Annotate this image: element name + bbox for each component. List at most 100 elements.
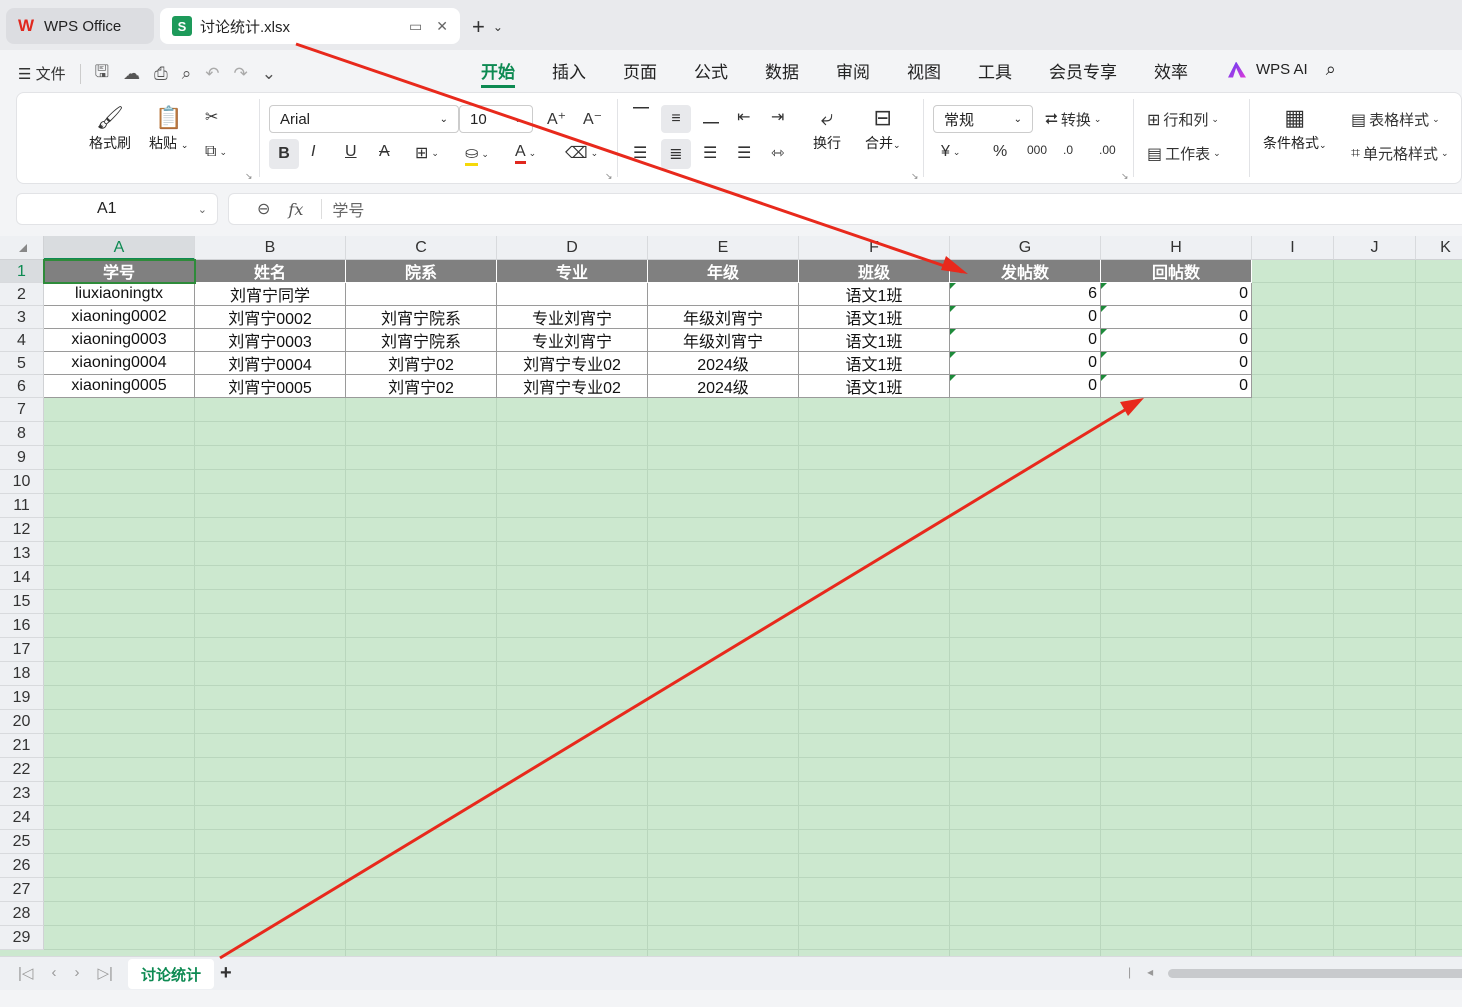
row-header[interactable]: 13 <box>0 542 44 566</box>
outdent-icon[interactable]: ⇤ <box>737 107 750 127</box>
align-center-icon[interactable]: ≣ <box>661 139 691 169</box>
table-cell[interactable]: 刘宵宁院系 <box>346 329 497 352</box>
paste-button[interactable]: 📋 粘贴 ⌄ <box>149 103 188 153</box>
table-cell[interactable]: 专业刘宵宁 <box>497 329 648 352</box>
table-cell[interactable]: 0 <box>950 329 1101 352</box>
next-sheet-icon[interactable]: › <box>74 964 79 982</box>
column-header-col-g[interactable]: G <box>950 236 1101 260</box>
row-header[interactable]: 3 <box>0 306 44 329</box>
header-cell[interactable]: 年级 <box>648 260 799 283</box>
font-name-select[interactable]: Arial ⌄ <box>269 105 459 133</box>
justify-icon[interactable]: ☰ <box>737 143 751 163</box>
tab-efficiency[interactable]: 效率 <box>1154 58 1188 88</box>
cond-format-button[interactable]: ▦ 条件格式⌄ <box>1263 103 1327 153</box>
row-header[interactable]: 16 <box>0 614 44 638</box>
tab-start[interactable]: 开始 <box>481 58 515 88</box>
name-box[interactable]: A1 ⌄ <box>16 193 218 225</box>
expand-icon[interactable]: ↘ <box>911 171 919 182</box>
table-cell[interactable]: xiaoning0005 <box>44 375 195 398</box>
row-header[interactable]: 10 <box>0 470 44 494</box>
tab-view[interactable]: 视图 <box>907 58 941 88</box>
expand-icon[interactable]: ↘ <box>605 171 613 182</box>
row-header[interactable]: 23 <box>0 782 44 806</box>
header-cell[interactable]: 发帖数 <box>950 260 1101 283</box>
tab-data[interactable]: 数据 <box>765 58 799 88</box>
table-cell[interactable]: xiaoning0004 <box>44 352 195 375</box>
chevron-down-icon[interactable]: ⌄ <box>262 64 276 84</box>
last-sheet-icon[interactable]: ▷| <box>97 964 112 982</box>
table-cell[interactable] <box>648 283 799 306</box>
row-header[interactable]: 11 <box>0 494 44 518</box>
convert-button[interactable]: ⮂ 转换 ⌄ <box>1045 109 1101 130</box>
horizontal-scrollbar[interactable] <box>1168 969 1462 978</box>
row-header[interactable]: 22 <box>0 758 44 782</box>
percent-icon[interactable]: % <box>993 143 1007 161</box>
merge-button[interactable]: ⊟ 合并⌄ <box>865 103 901 153</box>
header-cell[interactable]: 姓名 <box>195 260 346 283</box>
header-cell[interactable]: 回帖数 <box>1101 260 1252 283</box>
table-cell[interactable]: 0 <box>950 375 1101 398</box>
column-header-col-j[interactable]: J <box>1334 236 1416 260</box>
decrease-decimal-icon[interactable]: .00 <box>1099 143 1116 157</box>
column-header-col-a[interactable]: A <box>44 236 195 260</box>
table-cell[interactable]: 刘宵宁0002 <box>195 306 346 329</box>
align-middle-icon[interactable]: ≡ <box>661 105 691 133</box>
first-sheet-icon[interactable]: |◁ <box>18 964 33 982</box>
header-cell[interactable]: 院系 <box>346 260 497 283</box>
fill-color-button[interactable]: ⛀ ⌄ <box>465 143 489 166</box>
sheet-tab-active[interactable]: 讨论统计 <box>128 959 214 989</box>
format-painter-button[interactable]: 🖌 格式刷 <box>89 103 131 153</box>
save-icon[interactable]: 🖫 <box>95 59 109 88</box>
spreadsheet-grid[interactable]: A B C D E F G H I J K 1 2 3 4 5 6 7 8 9 10 11 12 13 14 15 16 17 18 19… <box>0 236 1462 956</box>
row-header[interactable]: 6 <box>0 375 44 398</box>
table-cell[interactable]: 语文1班 <box>799 329 950 352</box>
table-cell[interactable]: 刘宵宁02 <box>346 375 497 398</box>
table-cell[interactable]: 0 <box>1101 352 1252 375</box>
table-cell[interactable]: 2024级 <box>648 352 799 375</box>
row-header[interactable]: 9 <box>0 446 44 470</box>
row-header[interactable]: 7 <box>0 398 44 422</box>
row-header[interactable]: 15 <box>0 590 44 614</box>
table-cell[interactable]: 语文1班 <box>799 283 950 306</box>
column-header-col-e[interactable]: E <box>648 236 799 260</box>
row-header[interactable]: 25 <box>0 830 44 854</box>
align-left-icon[interactable]: ☰ <box>633 143 647 163</box>
strikethrough-button[interactable]: A <box>379 143 390 161</box>
table-cell[interactable]: 2024级 <box>648 375 799 398</box>
formula-input[interactable]: ⊖ fx 学号 <box>228 193 1462 225</box>
table-cell[interactable] <box>346 283 497 306</box>
worksheet-button[interactable]: ▤ 工作表 ⌄ <box>1147 143 1221 164</box>
table-cell[interactable]: 专业刘宵宁 <box>497 306 648 329</box>
row-header[interactable]: 26 <box>0 854 44 878</box>
row-header[interactable]: 1 <box>0 260 44 283</box>
row-header[interactable]: 19 <box>0 686 44 710</box>
table-cell[interactable]: 0 <box>1101 375 1252 398</box>
header-cell[interactable]: 学号 <box>44 260 195 283</box>
table-cell[interactable]: 刘宵宁02 <box>346 352 497 375</box>
redo-icon[interactable]: ↷ <box>234 64 248 84</box>
tab-wps-office[interactable]: W WPS Office <box>6 8 154 44</box>
row-header[interactable]: 4 <box>0 329 44 352</box>
column-header-col-c[interactable]: C <box>346 236 497 260</box>
table-cell[interactable]: 年级刘宵宁 <box>648 306 799 329</box>
table-cell[interactable]: 0 <box>950 352 1101 375</box>
tab-tools[interactable]: 工具 <box>978 58 1012 88</box>
add-sheet-button[interactable]: + <box>220 962 232 985</box>
file-menu-button[interactable]: ☰ 文件 <box>18 63 66 84</box>
number-format-select[interactable]: 常规 ⌄ <box>933 105 1033 133</box>
table-cell[interactable]: 刘宵宁0005 <box>195 375 346 398</box>
table-cell[interactable]: 刘宵宁0004 <box>195 352 346 375</box>
row-header[interactable]: 28 <box>0 902 44 926</box>
cell-style-button[interactable]: ⌗ 单元格样式 ⌄ <box>1351 143 1449 164</box>
scroll-left-icon[interactable]: ◂ <box>1147 965 1153 979</box>
row-header[interactable]: 18 <box>0 662 44 686</box>
cloud-icon[interactable]: ☁ <box>123 64 140 84</box>
thousands-icon[interactable]: 000 <box>1027 143 1047 157</box>
cut-icon[interactable]: ✂ <box>205 107 218 127</box>
clear-button[interactable]: ⌫ ⌄ <box>565 143 598 163</box>
tab-insert[interactable]: 插入 <box>552 58 586 88</box>
decrease-font-icon[interactable]: A⁻ <box>583 109 602 129</box>
indent-icon[interactable]: ⇥ <box>771 107 784 127</box>
undo-icon[interactable]: ↶ <box>205 64 219 84</box>
row-header[interactable]: 24 <box>0 806 44 830</box>
